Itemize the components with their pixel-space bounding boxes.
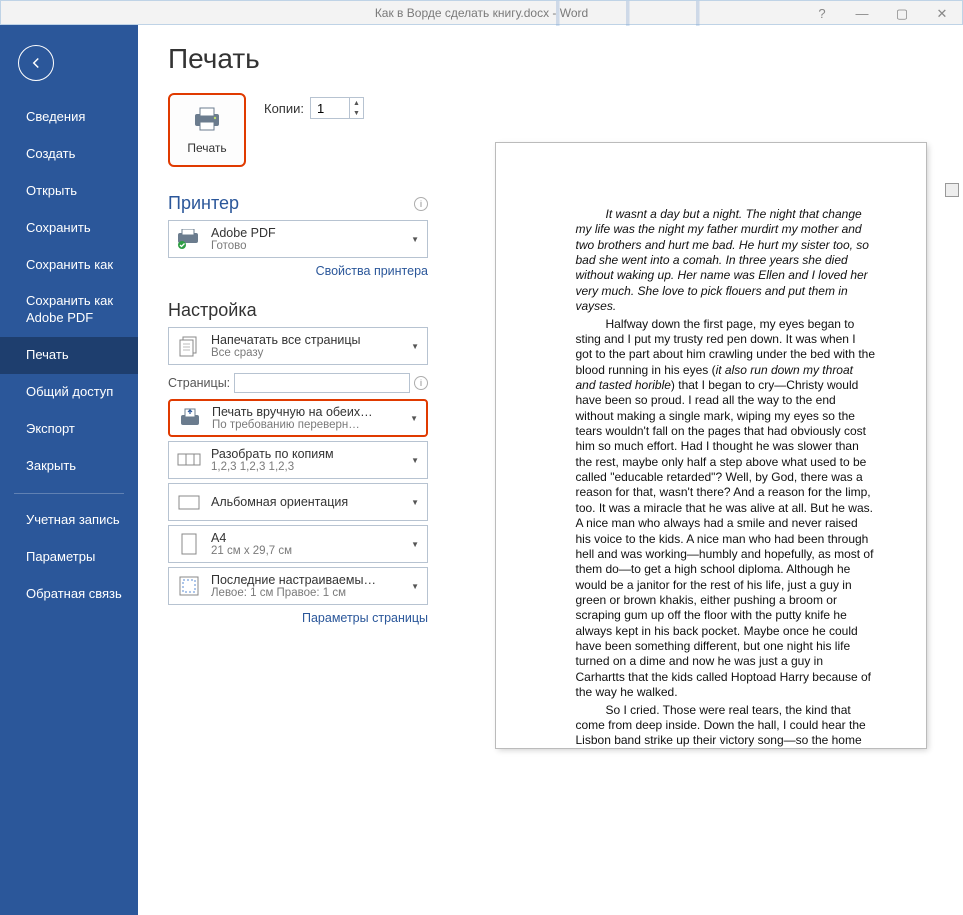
duplex-manual-icon — [176, 407, 204, 429]
window-title: Как в Ворде сделать книгу.docx - Word — [375, 6, 588, 20]
orientation-dropdown[interactable]: Альбомная ориентация ▼ — [168, 483, 428, 521]
nav-open[interactable]: Открыть — [0, 173, 138, 210]
print-button[interactable]: Печать — [168, 93, 246, 167]
copies-label: Копии: — [264, 101, 304, 116]
restore-button[interactable]: ▢ — [882, 1, 922, 26]
chevron-down-icon: ▼ — [409, 582, 421, 591]
pages-info-icon[interactable]: i — [414, 376, 428, 390]
copies-spinner[interactable]: ▲ ▼ — [310, 97, 364, 119]
copies-down-icon[interactable]: ▼ — [350, 108, 363, 118]
preview-para-1: It wasnt a day but a night. The night th… — [576, 207, 869, 313]
chevron-down-icon: ▼ — [409, 540, 421, 549]
pages-input[interactable] — [234, 373, 410, 393]
print-preview-page: It wasnt a day but a night. The night th… — [496, 143, 926, 748]
duplex-dropdown[interactable]: Печать вручную на обеих… По требованию п… — [168, 399, 428, 437]
duplex-line1: Печать вручную на обеих… — [212, 405, 400, 419]
chevron-down-icon: ▼ — [409, 498, 421, 507]
printer-icon — [191, 106, 223, 135]
orientation-line1: Альбомная ориентация — [211, 495, 401, 509]
nav-share[interactable]: Общий доступ — [0, 374, 138, 411]
pages-stack-icon — [175, 335, 203, 357]
chevron-down-icon: ▼ — [409, 235, 421, 244]
preview-para-3: So I cried. Those were real tears, the k… — [576, 703, 876, 749]
help-button[interactable]: ? — [802, 1, 842, 26]
chevron-down-icon: ▼ — [408, 414, 420, 423]
page-title: Печать — [168, 43, 428, 75]
copies-up-icon[interactable]: ▲ — [350, 98, 363, 108]
nav-options[interactable]: Параметры — [0, 539, 138, 576]
margins-line1: Последние настраиваемы… — [211, 573, 401, 587]
nav-saveas-pdf[interactable]: Сохранить как Adobe PDF — [0, 283, 138, 337]
print-scope-line1: Напечатать все страницы — [211, 333, 401, 347]
nav-saveas[interactable]: Сохранить как — [0, 247, 138, 284]
backstage-sidebar: Сведения Создать Открыть Сохранить Сохра… — [0, 25, 138, 915]
paper-line1: A4 — [211, 531, 401, 545]
printer-info-icon[interactable]: i — [414, 197, 428, 211]
nav-close[interactable]: Закрыть — [0, 448, 138, 485]
copies-input[interactable] — [311, 98, 349, 118]
close-button[interactable]: ✕ — [922, 1, 962, 26]
printer-status: Готово — [211, 240, 401, 252]
margins-dropdown[interactable]: Последние настраиваемы… Левое: 1 см Прав… — [168, 567, 428, 605]
collate-line2: 1,2,3 1,2,3 1,2,3 — [211, 461, 401, 473]
nav-export[interactable]: Экспорт — [0, 411, 138, 448]
nav-separator — [14, 493, 124, 494]
margins-line2: Левое: 1 см Правое: 1 см — [211, 587, 401, 599]
settings-heading: Настройка — [168, 300, 428, 321]
preview-para-2: Halfway down the first page, my eyes beg… — [576, 317, 876, 701]
printer-ready-icon — [175, 229, 203, 249]
minimize-button[interactable]: — — [842, 1, 882, 26]
pages-label: Страницы: — [168, 376, 230, 390]
printer-dropdown[interactable]: Adobe PDF Готово ▼ — [168, 220, 428, 258]
printer-properties-link[interactable]: Свойства принтера — [168, 264, 428, 278]
window-buttons: ? — ▢ ✕ — [802, 1, 962, 26]
collate-line1: Разобрать по копиям — [211, 447, 401, 461]
paper-line2: 21 см x 29,7 см — [211, 545, 401, 557]
collate-dropdown[interactable]: Разобрать по копиям 1,2,3 1,2,3 1,2,3 ▼ — [168, 441, 428, 479]
nav-feedback[interactable]: Обратная связь — [0, 576, 138, 613]
print-button-label: Печать — [187, 141, 226, 155]
chevron-down-icon: ▼ — [409, 342, 421, 351]
nav-save[interactable]: Сохранить — [0, 210, 138, 247]
print-scope-line2: Все сразу — [211, 347, 401, 359]
duplex-line2: По требованию переверн… — [212, 419, 400, 431]
margins-icon — [175, 575, 203, 597]
page-icon — [175, 532, 203, 556]
landscape-icon — [175, 492, 203, 512]
paper-size-dropdown[interactable]: A4 21 см x 29,7 см ▼ — [168, 525, 428, 563]
page-setup-link[interactable]: Параметры страницы — [168, 611, 428, 625]
nav-print[interactable]: Печать — [0, 337, 138, 374]
preview-scroll-indicator[interactable] — [945, 183, 959, 197]
print-scope-dropdown[interactable]: Напечатать все страницы Все сразу ▼ — [168, 327, 428, 365]
printer-name: Adobe PDF — [211, 226, 401, 240]
chevron-down-icon: ▼ — [409, 456, 421, 465]
nav-info[interactable]: Сведения — [0, 99, 138, 136]
collate-icon — [175, 450, 203, 470]
nav-account[interactable]: Учетная запись — [0, 502, 138, 539]
printer-heading: Принтер — [168, 193, 239, 214]
titlebar: Как в Ворде сделать книгу.docx - Word ? … — [0, 0, 963, 25]
nav-new[interactable]: Создать — [0, 136, 138, 173]
back-button[interactable] — [18, 45, 54, 81]
